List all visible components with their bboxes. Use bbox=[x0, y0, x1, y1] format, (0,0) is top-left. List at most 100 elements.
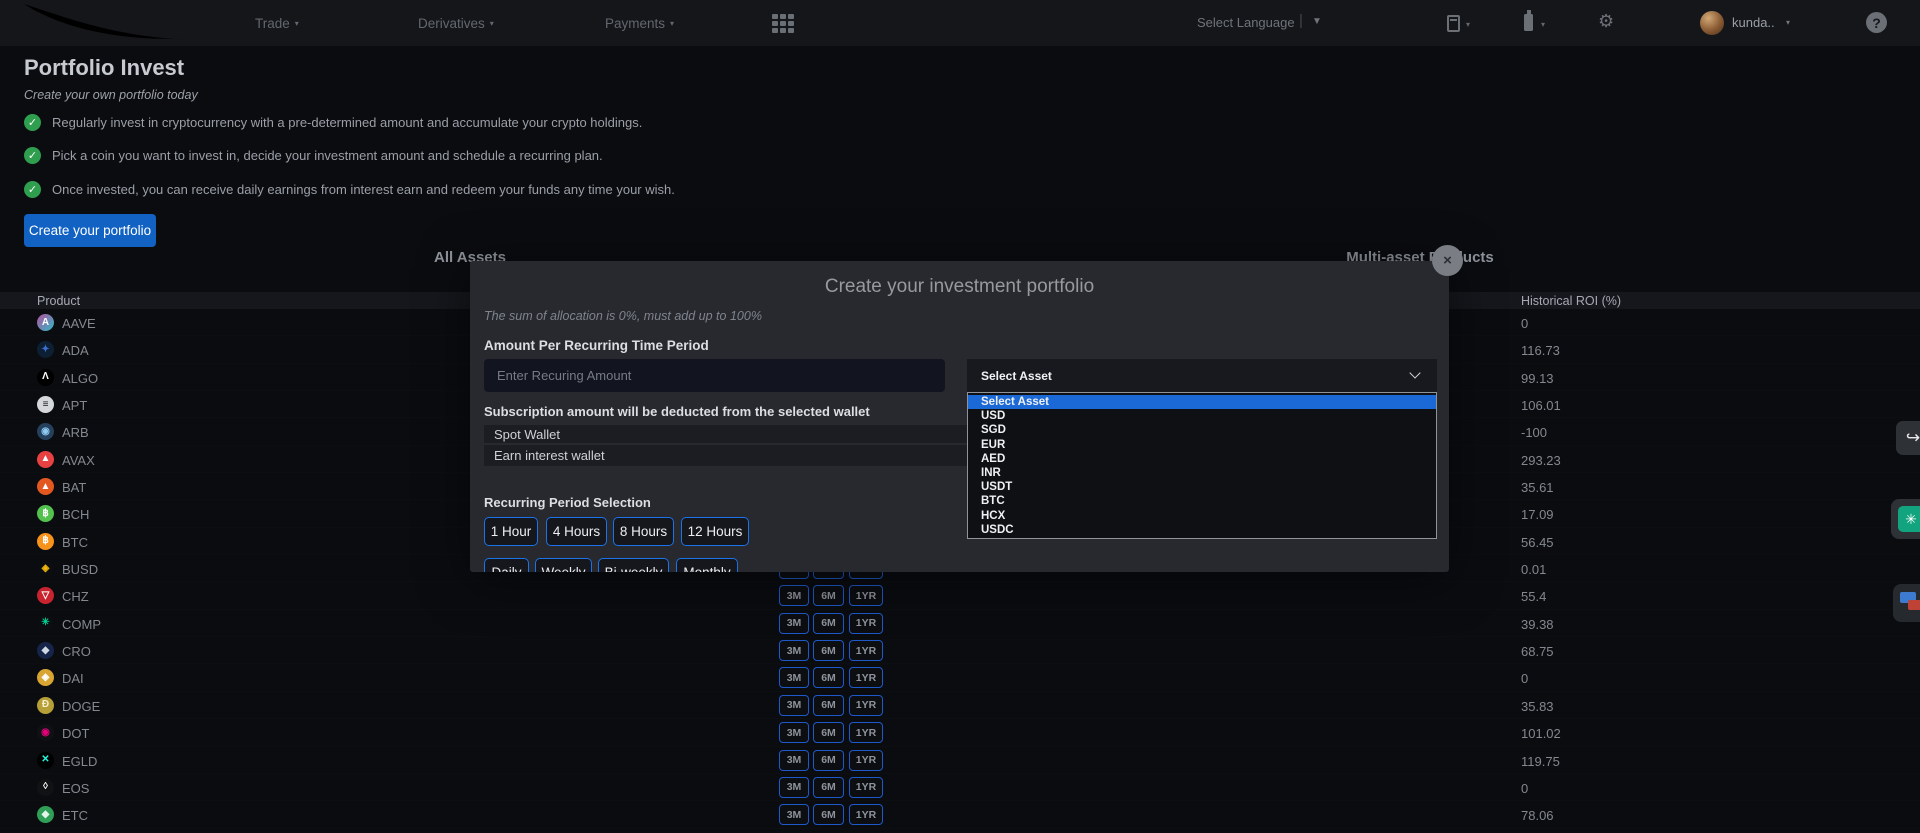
term-button-6m[interactable]: 6M bbox=[813, 750, 844, 771]
chz-coin-icon: ▽ bbox=[37, 587, 54, 604]
help-icon[interactable]: ? bbox=[1866, 12, 1887, 33]
period-button-4-hours[interactable]: 4 Hours bbox=[546, 517, 607, 546]
asset-select-value: Select Asset bbox=[981, 369, 1052, 383]
period-button-bi-weekly[interactable]: Bi-weekly bbox=[598, 558, 669, 572]
feature-bullets: ✓Regularly invest in cryptocurrency with… bbox=[24, 112, 675, 213]
term-button-6m[interactable]: 6M bbox=[813, 804, 844, 825]
asset-option-usdt[interactable]: USDT bbox=[968, 480, 1436, 494]
asset-option-sgd[interactable]: SGD bbox=[968, 423, 1436, 437]
user-menu[interactable]: kunda.. bbox=[1732, 15, 1775, 30]
term-button-3m[interactable]: 3M bbox=[779, 667, 809, 688]
roi-value: 99.13 bbox=[1521, 371, 1554, 386]
term-button-3m[interactable]: 3M bbox=[779, 640, 809, 661]
create-portfolio-button[interactable]: Create your portfolio bbox=[24, 214, 156, 247]
term-button-6m[interactable]: 6M bbox=[813, 613, 844, 634]
amount-label: Amount Per Recurring Time Period bbox=[484, 338, 709, 353]
asset-option-eur[interactable]: EUR bbox=[968, 438, 1436, 452]
app-root: Trade▾ Derivatives▾ Payments▾ Select Langu… bbox=[0, 0, 1920, 833]
term-button-1yr[interactable]: 1YR bbox=[849, 613, 883, 634]
product-symbol: BUSD bbox=[62, 562, 98, 577]
term-button-6m[interactable]: 6M bbox=[813, 695, 844, 716]
period-button-1-hour[interactable]: 1 Hour bbox=[484, 517, 538, 546]
share-icon[interactable]: ↪ bbox=[1896, 421, 1920, 455]
term-button-3m[interactable]: 3M bbox=[779, 804, 809, 825]
column-header-roi: Historical ROI (%) bbox=[1521, 294, 1621, 308]
term-button-3m[interactable]: 3M bbox=[779, 722, 809, 743]
term-button-6m[interactable]: 6M bbox=[813, 585, 844, 606]
product-symbol: EOS bbox=[62, 781, 89, 796]
table-row: ◊EOS3M6M1YR0 bbox=[0, 774, 1920, 801]
asset-option-usd[interactable]: USD bbox=[968, 409, 1436, 423]
assistant-icon[interactable]: ✳ bbox=[1891, 499, 1920, 539]
orders-icon[interactable] bbox=[1447, 15, 1460, 32]
settings-gear-icon[interactable]: ⚙ bbox=[1598, 11, 1614, 32]
term-button-6m[interactable]: 6M bbox=[813, 640, 844, 661]
product-symbol: ADA bbox=[62, 343, 89, 358]
period-button-12-hours[interactable]: 12 Hours bbox=[681, 517, 749, 546]
term-button-3m[interactable]: 3M bbox=[779, 585, 809, 606]
assistant-glyph: ✳ bbox=[1898, 506, 1920, 532]
term-button-1yr[interactable]: 1YR bbox=[849, 585, 883, 606]
wallet-icon[interactable] bbox=[1524, 14, 1533, 31]
apps-grid-icon[interactable] bbox=[772, 14, 794, 33]
product-symbol: CRO bbox=[62, 644, 91, 659]
period-button-8-hours[interactable]: 8 Hours bbox=[613, 517, 674, 546]
chat-bubbles-icon[interactable] bbox=[1893, 584, 1920, 622]
top-nav: Trade▾ Derivatives▾ Payments▾ Select Langu… bbox=[0, 0, 1920, 46]
term-button-1yr[interactable]: 1YR bbox=[849, 750, 883, 771]
brand-logo[interactable] bbox=[6, 2, 226, 49]
language-caret-icon[interactable]: ▼ bbox=[1312, 16, 1322, 27]
period-button-weekly[interactable]: Weekly bbox=[535, 558, 592, 572]
roi-value: 101.02 bbox=[1521, 726, 1561, 741]
roi-value: 116.73 bbox=[1521, 343, 1560, 358]
feature-bullet: ✓Once invested, you can receive daily ea… bbox=[24, 179, 675, 199]
close-icon[interactable]: × bbox=[1432, 245, 1463, 276]
divider: | bbox=[1299, 12, 1303, 29]
asset-select[interactable]: Select Asset bbox=[967, 359, 1437, 392]
asset-option-hcx[interactable]: HCX bbox=[968, 509, 1436, 523]
comp-coin-icon: ✳ bbox=[37, 615, 54, 632]
product-symbol: ALGO bbox=[62, 371, 98, 386]
term-button-6m[interactable]: 6M bbox=[813, 722, 844, 743]
nav-item-trade[interactable]: Trade▾ bbox=[255, 0, 299, 46]
term-button-1yr[interactable]: 1YR bbox=[849, 695, 883, 716]
nav-item-derivatives[interactable]: Derivatives▾ bbox=[418, 0, 494, 46]
term-button-3m[interactable]: 3M bbox=[779, 695, 809, 716]
user-avatar[interactable] bbox=[1700, 11, 1724, 35]
term-button-1yr[interactable]: 1YR bbox=[849, 667, 883, 688]
term-button-1yr[interactable]: 1YR bbox=[849, 777, 883, 798]
term-button-1yr[interactable]: 1YR bbox=[849, 640, 883, 661]
term-button-1yr[interactable]: 1YR bbox=[849, 722, 883, 743]
roi-value: 68.75 bbox=[1521, 644, 1554, 659]
term-button-3m[interactable]: 3M bbox=[779, 750, 809, 771]
period-button-daily[interactable]: Daily bbox=[484, 558, 529, 572]
roi-value: 39.38 bbox=[1521, 617, 1554, 632]
term-button-6m[interactable]: 6M bbox=[813, 667, 844, 688]
table-row: ◈DAI3M6M1YR0 bbox=[0, 664, 1920, 691]
roi-value: 0 bbox=[1521, 781, 1528, 796]
term-button-3m[interactable]: 3M bbox=[779, 613, 809, 634]
period-button-monthly[interactable]: Monthly bbox=[676, 558, 738, 572]
term-button-3m[interactable]: 3M bbox=[779, 777, 809, 798]
roi-value: 17.09 bbox=[1521, 507, 1554, 522]
product-symbol: DOGE bbox=[62, 699, 100, 714]
busd-coin-icon: ◈ bbox=[37, 560, 54, 577]
term-button-1yr[interactable]: 1YR bbox=[849, 804, 883, 825]
bullet-text: Once invested, you can receive daily ear… bbox=[52, 182, 675, 197]
nav-item-payments[interactable]: Payments▾ bbox=[605, 0, 674, 46]
asset-option-aed[interactable]: AED bbox=[968, 452, 1436, 466]
recurring-amount-input[interactable] bbox=[484, 359, 945, 392]
term-button-6m[interactable]: 6M bbox=[813, 777, 844, 798]
asset-option-inr[interactable]: INR bbox=[968, 466, 1436, 480]
roi-value: -100 bbox=[1521, 425, 1547, 440]
asset-option-select-asset[interactable]: Select Asset bbox=[968, 395, 1436, 409]
product-symbol: CHZ bbox=[62, 589, 89, 604]
arb-coin-icon: ◉ bbox=[37, 423, 54, 440]
ada-coin-icon: ✦ bbox=[37, 341, 54, 358]
roi-value: 119.75 bbox=[1521, 754, 1560, 769]
roi-value: 0.01 bbox=[1521, 562, 1546, 577]
language-selector[interactable]: Select Language bbox=[1197, 15, 1295, 30]
asset-option-btc[interactable]: BTC bbox=[968, 494, 1436, 508]
chevron-down-icon: ▾ bbox=[1466, 20, 1470, 29]
asset-option-usdc[interactable]: USDC bbox=[968, 523, 1436, 537]
